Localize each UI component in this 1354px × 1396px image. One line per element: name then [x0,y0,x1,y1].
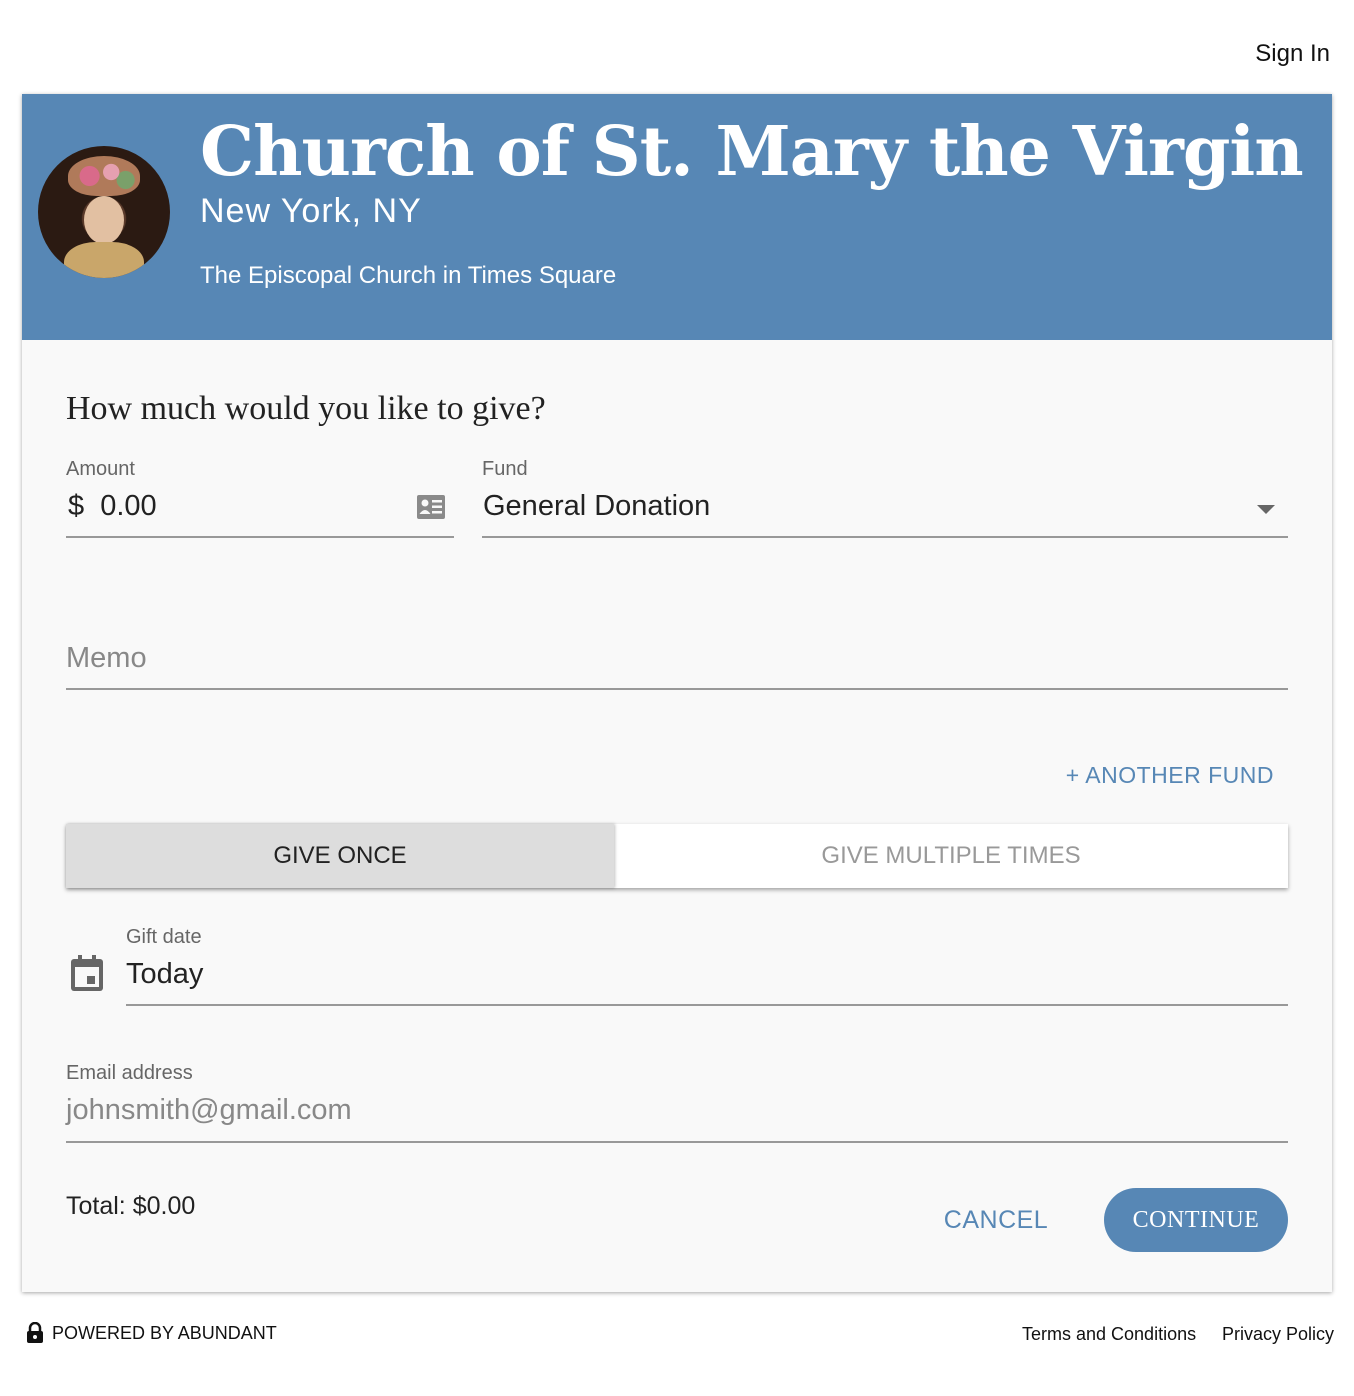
give-once-button[interactable]: GIVE ONCE [66,824,614,888]
currency-symbol: $ [68,490,85,522]
amount-input[interactable]: $ 0.00 [68,490,408,523]
dropdown-arrow-icon[interactable] [1256,504,1276,516]
avatar-flower-crown [68,156,140,196]
give-multiple-times-button[interactable]: GIVE MULTIPLE TIMES [614,824,1288,888]
gift-date-input[interactable]: Today [126,958,1286,991]
privacy-link[interactable]: Privacy Policy [1222,1324,1334,1345]
avatar-face [84,196,124,244]
contact-card-icon[interactable] [416,494,446,520]
church-header: Church of St. Mary the Virgin New York, … [22,94,1332,340]
fund-select[interactable]: General Donation [483,490,1243,523]
amount-value: 0.00 [100,490,157,522]
church-name: Church of St. Mary the Virgin [200,112,1304,192]
church-avatar [38,146,170,278]
email-label: Email address [66,1062,193,1084]
email-underline [66,1141,1288,1143]
add-another-fund-button[interactable]: + ANOTHER FUND [1066,762,1274,789]
lock-icon [27,1322,43,1343]
fund-label: Fund [482,458,528,480]
gift-date-label: Gift date [126,926,202,948]
amount-label: Amount [66,458,135,480]
powered-by: POWERED BY ABUNDANT [26,1322,277,1344]
gift-date-underline [126,1004,1288,1006]
cancel-button[interactable]: CANCEL [928,1188,1064,1252]
memo-underline [66,688,1288,690]
sign-in-link[interactable]: Sign In [1255,40,1330,68]
avatar-robe [64,242,144,278]
give-question-heading: How much would you like to give? [66,390,546,427]
fund-underline [482,536,1288,538]
calendar-icon[interactable] [70,954,104,992]
powered-by-text: POWERED BY ABUNDANT [52,1322,277,1343]
email-input[interactable]: johnsmith@gmail.com [66,1094,1288,1127]
frequency-toggle: GIVE ONCE GIVE MULTIPLE TIMES [66,824,1288,888]
church-location: New York, NY [200,192,422,230]
continue-button[interactable]: CONTINUE [1104,1188,1288,1252]
donation-card: Church of St. Mary the Virgin New York, … [22,94,1332,1292]
memo-input[interactable]: Memo [66,642,1288,675]
church-tagline: The Episcopal Church in Times Square [200,262,617,289]
amount-underline [66,536,454,538]
total-amount: Total: $0.00 [66,1192,196,1220]
terms-link[interactable]: Terms and Conditions [1022,1324,1196,1345]
